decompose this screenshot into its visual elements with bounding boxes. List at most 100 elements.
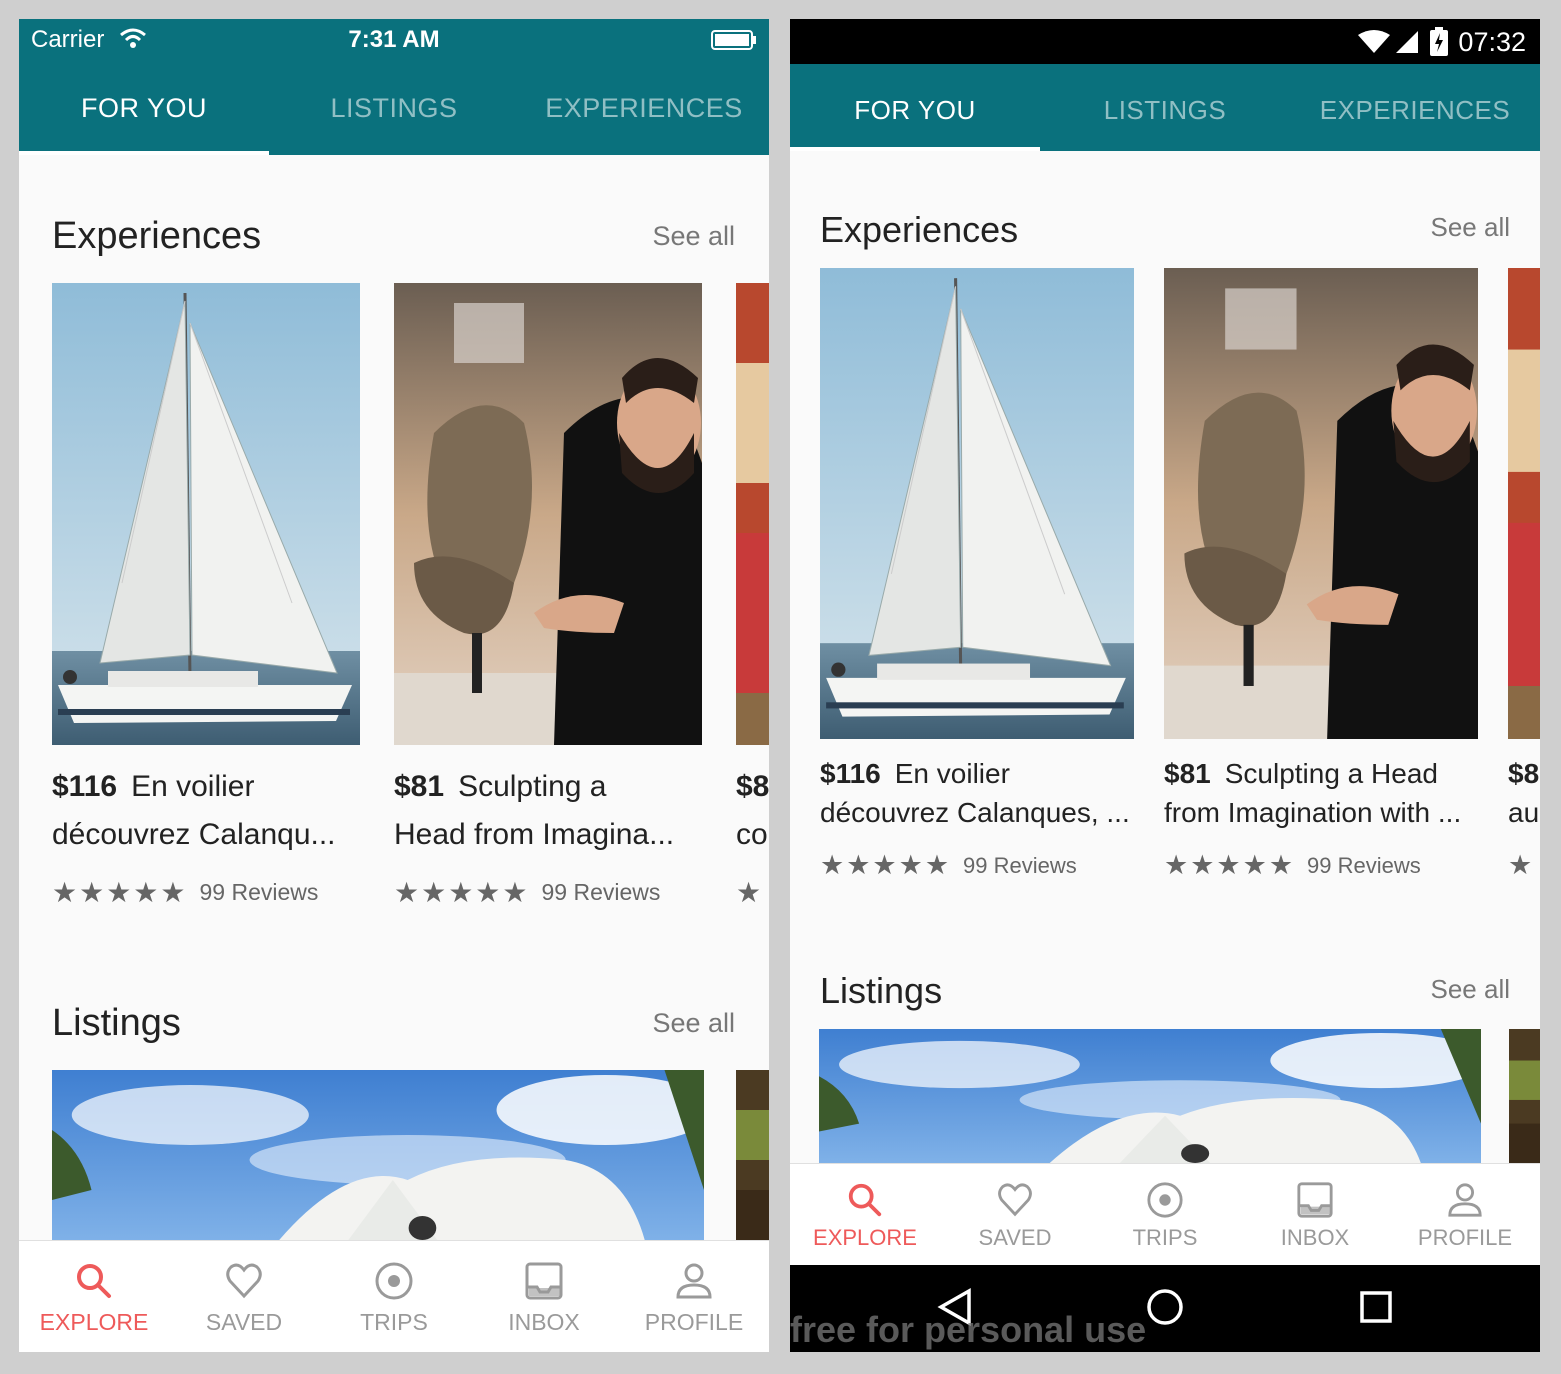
experience-rating: ★ <box>1508 850 1540 881</box>
listing-image[interactable] <box>52 1070 704 1240</box>
status-bar: Carrier 7:31 AM <box>19 19 769 61</box>
target-icon <box>375 1262 413 1300</box>
nav-label: INBOX <box>1280 1225 1350 1250</box>
watermark: free for personal use <box>790 1309 1147 1350</box>
experience-title-line2: co <box>736 818 768 851</box>
nav-label: SAVED <box>205 1309 283 1335</box>
experience-title-line2: découvrez Calanqu... <box>52 818 336 851</box>
experience-rating: ★★★★★ 99 Reviews <box>52 876 318 909</box>
review-count: 99 Reviews <box>199 879 319 905</box>
experience-rating: ★★★★★ 99 Reviews <box>820 850 1077 881</box>
bottom-nav: EXPLORE SAVED TRIPS INBOX PROFILE <box>790 1163 1540 1265</box>
listing-image[interactable] <box>819 1029 1481 1163</box>
experience-price: $81 <box>394 770 445 803</box>
nav-inbox[interactable]: INBOX <box>469 1241 619 1352</box>
experience-image <box>736 283 769 745</box>
experience-card[interactable]: $8 au ★ <box>1508 268 1540 908</box>
experience-title-line2: Head from Imagina... <box>394 818 675 851</box>
experiences-title: Experiences <box>820 209 1019 250</box>
status-bar: 07:32 <box>790 19 1540 64</box>
review-count: 99 Reviews <box>1307 852 1421 878</box>
listings-title: Listings <box>52 1002 181 1044</box>
tab-for-you[interactable]: FOR YOU <box>790 64 1040 151</box>
experience-card[interactable]: $8 co ★ <box>736 283 769 923</box>
carrier-label: Carrier <box>31 26 105 53</box>
nav-saved[interactable]: SAVED <box>169 1241 319 1352</box>
battery-icon <box>711 30 756 50</box>
listings-see-all-link[interactable]: See all <box>1431 974 1511 1005</box>
listing-image[interactable] <box>736 1070 769 1240</box>
recents-icon[interactable] <box>1358 1289 1394 1325</box>
home-icon[interactable] <box>1145 1287 1185 1327</box>
star-rating-icons: ★★★★★ <box>1164 850 1296 880</box>
experience-title-line2: from Imagination with ... <box>1164 797 1462 828</box>
person-icon <box>676 1263 712 1299</box>
experiences-see-all-link[interactable]: See all <box>1431 212 1511 243</box>
nav-label: SAVED <box>978 1225 1052 1250</box>
experience-title-line1: En voilier <box>894 758 1010 789</box>
nav-trips[interactable]: TRIPS <box>1090 1164 1240 1265</box>
clock: 07:32 <box>1458 27 1526 57</box>
listing-image[interactable] <box>1509 1029 1540 1163</box>
nav-profile[interactable]: PROFILE <box>1390 1164 1540 1265</box>
experience-image <box>1508 268 1540 739</box>
listings-title: Listings <box>820 970 943 1011</box>
experience-title-line1: En voilier <box>131 770 255 803</box>
star-rating-icons: ★★★★★ <box>394 877 530 908</box>
experience-image <box>820 268 1134 739</box>
tab-experiences[interactable]: EXPERIENCES <box>1290 64 1540 151</box>
nav-label: TRIPS <box>360 1309 428 1335</box>
inbox-icon <box>1297 1182 1333 1218</box>
inbox-icon <box>525 1262 563 1300</box>
search-icon <box>848 1183 882 1217</box>
experience-rating: ★ <box>736 876 769 909</box>
star-rating-icons: ★★★★★ <box>52 877 188 908</box>
target-icon <box>1147 1182 1183 1218</box>
experience-price: $116 <box>820 758 881 789</box>
experience-rating: ★★★★★ 99 Reviews <box>1164 850 1421 881</box>
tab-listings[interactable]: LISTINGS <box>1040 64 1290 151</box>
nav-explore[interactable]: EXPLORE <box>790 1164 940 1265</box>
heart-icon <box>226 1263 262 1299</box>
listings-see-all-link[interactable]: See all <box>652 1008 735 1039</box>
android-screen: 07:32 FOR YOU LISTINGS EXPERIENCES Exper… <box>790 19 1540 1352</box>
experience-image <box>52 283 360 745</box>
battery-icon <box>1430 27 1448 56</box>
top-tabs: FOR YOU LISTINGS EXPERIENCES <box>19 61 769 155</box>
nav-label: PROFILE <box>644 1309 744 1335</box>
nav-trips[interactable]: TRIPS <box>319 1241 469 1352</box>
tab-experiences[interactable]: EXPERIENCES <box>519 61 769 155</box>
experience-image <box>394 283 702 745</box>
nav-saved[interactable]: SAVED <box>940 1164 1090 1265</box>
nav-inbox[interactable]: INBOX <box>1240 1164 1390 1265</box>
bottom-nav: EXPLORE SAVED TRIPS INBOX PROFILE <box>19 1240 769 1352</box>
nav-label: TRIPS <box>1132 1225 1198 1250</box>
experience-title-line1: Sculpting a Head <box>1224 758 1438 789</box>
star-rating-icons: ★★★★★ <box>820 850 952 880</box>
experience-title-line2: au <box>1508 797 1540 828</box>
nav-label: PROFILE <box>1417 1225 1513 1250</box>
experiences-title: Experiences <box>52 215 262 257</box>
nav-label: EXPLORE <box>39 1309 149 1335</box>
nav-explore[interactable]: EXPLORE <box>19 1241 169 1352</box>
experience-rating: ★★★★★ 99 Reviews <box>394 876 660 909</box>
experience-price: $81 <box>1164 758 1211 789</box>
experiences-see-all-link[interactable]: See all <box>652 221 735 252</box>
experience-title-line1: Sculpting a <box>458 770 607 803</box>
nav-label: INBOX <box>508 1309 580 1335</box>
star-rating-icons: ★ <box>736 877 764 908</box>
signal-icon <box>1358 30 1418 53</box>
experience-price: $8 <box>736 770 769 803</box>
wifi-icon <box>120 28 146 48</box>
experience-price: $116 <box>52 770 118 803</box>
experience-image <box>1164 268 1478 739</box>
review-count: 99 Reviews <box>541 879 661 905</box>
review-count: 99 Reviews <box>963 852 1077 878</box>
top-tabs: FOR YOU LISTINGS EXPERIENCES <box>790 64 1540 151</box>
tab-listings[interactable]: LISTINGS <box>269 61 519 155</box>
nav-profile[interactable]: PROFILE <box>619 1241 769 1352</box>
nav-label: EXPLORE <box>813 1225 917 1250</box>
experience-price: $8 <box>1508 758 1540 789</box>
star-rating-icons: ★ <box>1508 850 1535 880</box>
tab-for-you[interactable]: FOR YOU <box>19 61 269 155</box>
